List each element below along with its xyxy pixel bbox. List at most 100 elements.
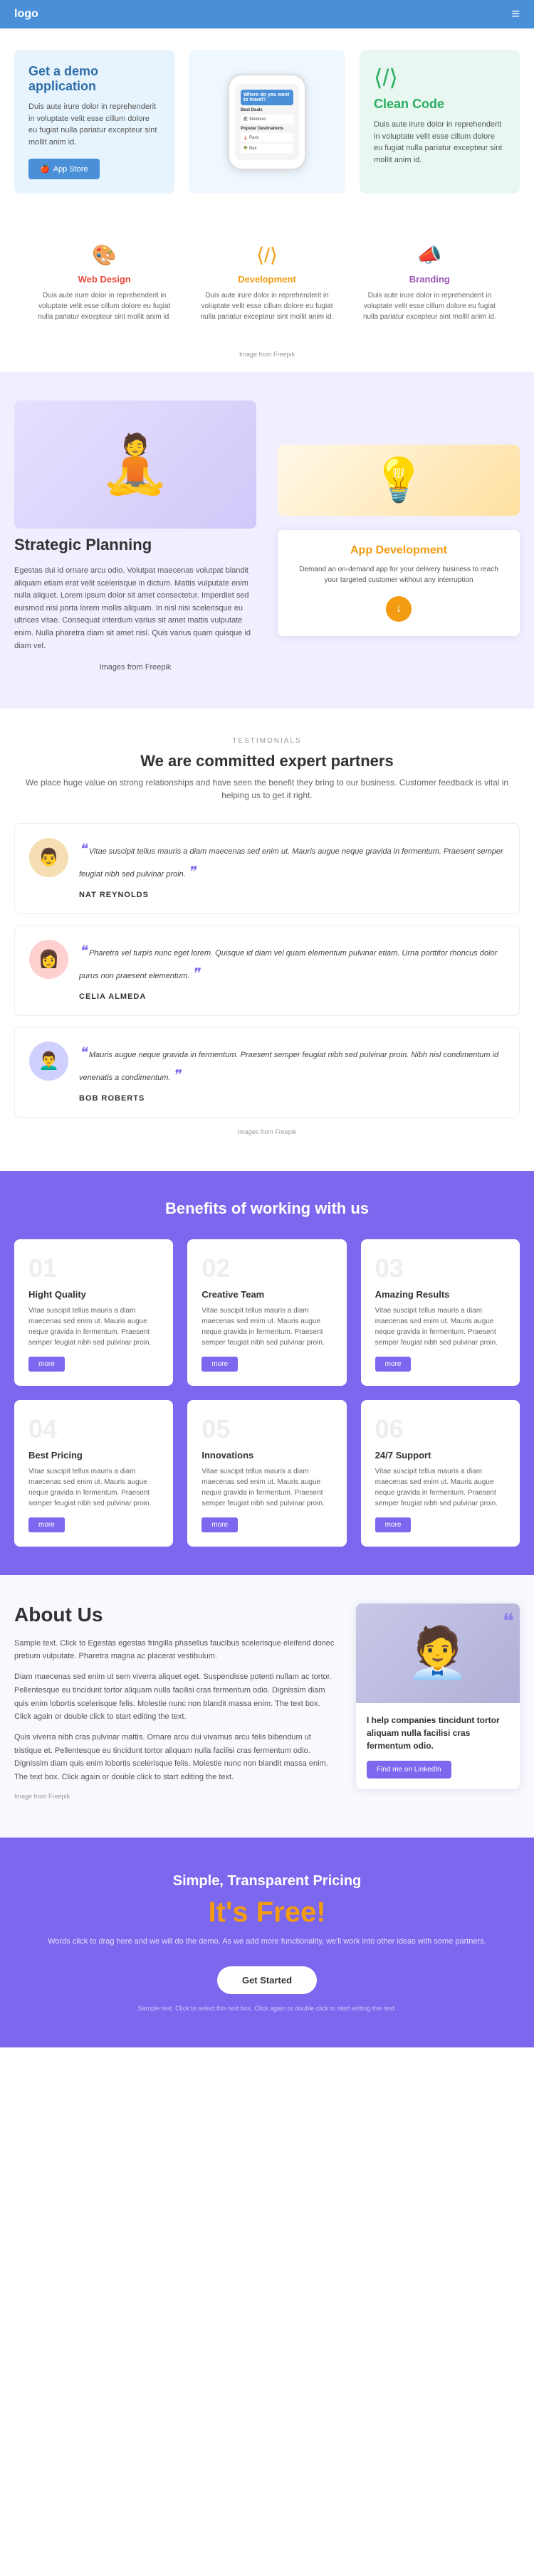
testimonial-card-1: 👨 ❝ Vitae suscipit tellus mauris a diam …	[14, 823, 520, 914]
pricing-free-text: It's Free!	[14, 1897, 520, 1929]
quote-close-3: ❞	[172, 1068, 180, 1083]
benefits-section: Benefits of working with us 01 Hight Qua…	[0, 1171, 534, 1575]
benefit-title-3: Amazing Results	[375, 1289, 506, 1300]
benefit-number-4: 04	[28, 1414, 159, 1444]
app-dev-title: App Development	[292, 544, 506, 557]
development-title: Development	[198, 274, 335, 285]
testimonial-content-2: ❝ Pharetra vel turpis nunc eget lorem. Q…	[79, 940, 505, 1001]
benefit-more-3[interactable]: more	[375, 1357, 412, 1372]
large-quote-icon: ❝	[503, 1609, 514, 1634]
strategic-illustration: 🧘	[14, 401, 256, 529]
web-design-title: Web Design	[36, 274, 173, 285]
benefit-text-6: Vitae suscipit tellus mauris a diam maec…	[375, 1466, 506, 1509]
benefit-card-2: 02 Creative Team Vitae suscipit tellus m…	[187, 1239, 346, 1386]
apple-icon: 🍎	[40, 164, 50, 174]
testimonial-name-3: BOB ROBERTS	[79, 1094, 505, 1103]
quote-open-1: ❝	[79, 842, 87, 857]
benefit-number-3: 03	[375, 1253, 506, 1283]
testimonials-subtitle: We place huge value on strong relationsh…	[14, 776, 520, 802]
benefits-grid: 01 Hight Quality Vitae suscipit tellus m…	[14, 1239, 520, 1547]
benefit-number-5: 05	[201, 1414, 332, 1444]
testimonial-content-3: ❝ Mauris augue neque gravida in fermentu…	[79, 1041, 505, 1103]
testimonial-text-3: ❝ Mauris augue neque gravida in fermentu…	[79, 1041, 505, 1087]
testimonial-name-2: CELIA ALMEDA	[79, 992, 505, 1001]
web-design-icon: 🎨	[36, 243, 173, 267]
appstore-button[interactable]: 🍎 App Store	[28, 159, 100, 179]
development-icon: ⟨/⟩	[198, 243, 335, 267]
app-dev-button[interactable]: ↓	[386, 596, 412, 622]
demo-text: Duis aute irure dolor in reprehenderit i…	[28, 101, 160, 148]
strategic-text1: Egestas dui id ornare arcu odio. Volutpa…	[14, 565, 256, 652]
benefit-more-2[interactable]: more	[201, 1357, 238, 1372]
features-row: 🎨 Web Design Duis aute irure dolor in re…	[14, 215, 520, 351]
avatar-1: 👨	[29, 838, 68, 877]
pricing-section: Simple, Transparent Pricing It's Free! W…	[0, 1838, 534, 2047]
hamburger-icon[interactable]: ≡	[511, 6, 520, 23]
benefit-number-1: 01	[28, 1253, 159, 1283]
benefit-more-1[interactable]: more	[28, 1357, 65, 1372]
benefit-more-6[interactable]: more	[375, 1517, 412, 1532]
testimonials-label: TESTIMONIALS	[14, 737, 520, 745]
benefits-title: Benefits of working with us	[14, 1199, 520, 1218]
feature-web-design: 🎨 Web Design Duis aute irure dolor in re…	[28, 229, 180, 336]
benefit-title-5: Innovations	[201, 1450, 332, 1461]
testimonials-title: We are committed expert partners	[14, 752, 520, 770]
phone-destination-3: 🌴 Bali	[241, 144, 293, 153]
features-section: 🎨 Web Design Duis aute irure dolor in re…	[0, 215, 534, 372]
benefit-more-4[interactable]: more	[28, 1517, 65, 1532]
phone-mockup-container: Where do you want to travel? Best Deals …	[189, 50, 345, 194]
branding-text: Duis aute irure dolor in reprehenderit i…	[361, 290, 498, 322]
person-emoji: 🧑‍💼	[407, 1624, 468, 1682]
phone-header-text: Where do you want to travel?	[244, 92, 290, 102]
benefit-more-5[interactable]: more	[201, 1517, 238, 1532]
get-started-button[interactable]: Get Started	[217, 1966, 317, 1994]
testimonials-section: TESTIMONIALS We are committed expert par…	[0, 709, 534, 1171]
branding-icon: 📣	[361, 243, 498, 267]
pricing-description: Words click to drag here and we will do …	[14, 1936, 520, 1949]
benefit-title-6: 24/7 Support	[375, 1450, 506, 1461]
about-text-2: Diam maecenas sed enim ut sem viverra al…	[14, 1670, 335, 1724]
testimonial-content-1: ❝ Vitae suscipit tellus mauris a diam ma…	[79, 838, 505, 899]
testimonial-text-2: ❝ Pharetra vel turpis nunc eget lorem. Q…	[79, 940, 505, 985]
development-text: Duis aute irure dolor in reprehenderit i…	[198, 290, 335, 322]
testimonial-card-3: 👨‍🦱 ❝ Mauris augue neque gravida in ferm…	[14, 1027, 520, 1118]
testimonial-name-1: NAT REYNOLDS	[79, 891, 505, 899]
appstore-label: App Store	[53, 165, 88, 174]
about-right: 🧑‍💼 ❝ I help companies tincidunt tortor …	[356, 1604, 520, 1789]
person-quote-text: I help companies tincidunt tortor aliqua…	[367, 1714, 509, 1752]
person-illustration: 🧘	[100, 431, 171, 498]
benefit-card-6: 06 24/7 Support Vitae suscipit tellus ma…	[361, 1400, 520, 1547]
benefit-card-1: 01 Hight Quality Vitae suscipit tellus m…	[14, 1239, 173, 1386]
features-freepik-note: Image from Freepik	[14, 351, 520, 365]
pricing-title: Simple, Transparent Pricing	[14, 1873, 520, 1889]
clean-code-title: Clean Code	[374, 97, 506, 112]
about-title: About Us	[14, 1604, 335, 1626]
quote-close-1: ❞	[188, 864, 196, 880]
linkedin-button[interactable]: Find me on LinkedIn	[367, 1761, 451, 1779]
quote-close-2: ❞	[192, 966, 199, 982]
testimonial-text-1: ❝ Vitae suscipit tellus mauris a diam ma…	[79, 838, 505, 884]
phone-destination-1: 🏖 Maldives	[241, 115, 293, 124]
testimonials-freepik: Images from Freepik	[14, 1128, 520, 1143]
pricing-footnote: Sample text. Click to select this text b…	[14, 2005, 520, 2012]
benefit-title-4: Best Pricing	[28, 1450, 159, 1461]
quote-open-3: ❝	[79, 1045, 87, 1061]
benefit-card-4: 04 Best Pricing Vitae suscipit tellus ma…	[14, 1400, 173, 1547]
about-freepik: Image from Freepik	[14, 1791, 335, 1802]
code-icon: ⟨/⟩	[374, 64, 506, 91]
app-dev-illustration: 💡	[278, 445, 520, 516]
web-design-text: Duis aute irure dolor in reprehenderit i…	[36, 290, 173, 322]
clean-code-card: ⟨/⟩ Clean Code Duis aute irure dolor in …	[360, 50, 520, 194]
phone-popular-label: Popular Destinations	[241, 127, 293, 131]
clean-code-text: Duis aute irure dolor in reprehenderit i…	[374, 119, 506, 166]
app-person-icon: 💡	[372, 455, 426, 505]
avatar-3: 👨‍🦱	[29, 1041, 68, 1081]
strategic-section: 🧘 Strategic Planning Egestas dui id orna…	[0, 372, 534, 709]
logo: logo	[14, 8, 38, 21]
phone-mockup: Where do you want to travel? Best Deals …	[228, 74, 306, 170]
phone-screen: Where do you want to travel? Best Deals …	[235, 84, 299, 160]
benefit-text-3: Vitae suscipit tellus mauris a diam maec…	[375, 1305, 506, 1348]
benefit-card-3: 03 Amazing Results Vitae suscipit tellus…	[361, 1239, 520, 1386]
person-quote: I help companies tincidunt tortor aliqua…	[356, 1703, 520, 1789]
strategic-title: Strategic Planning	[14, 536, 256, 554]
